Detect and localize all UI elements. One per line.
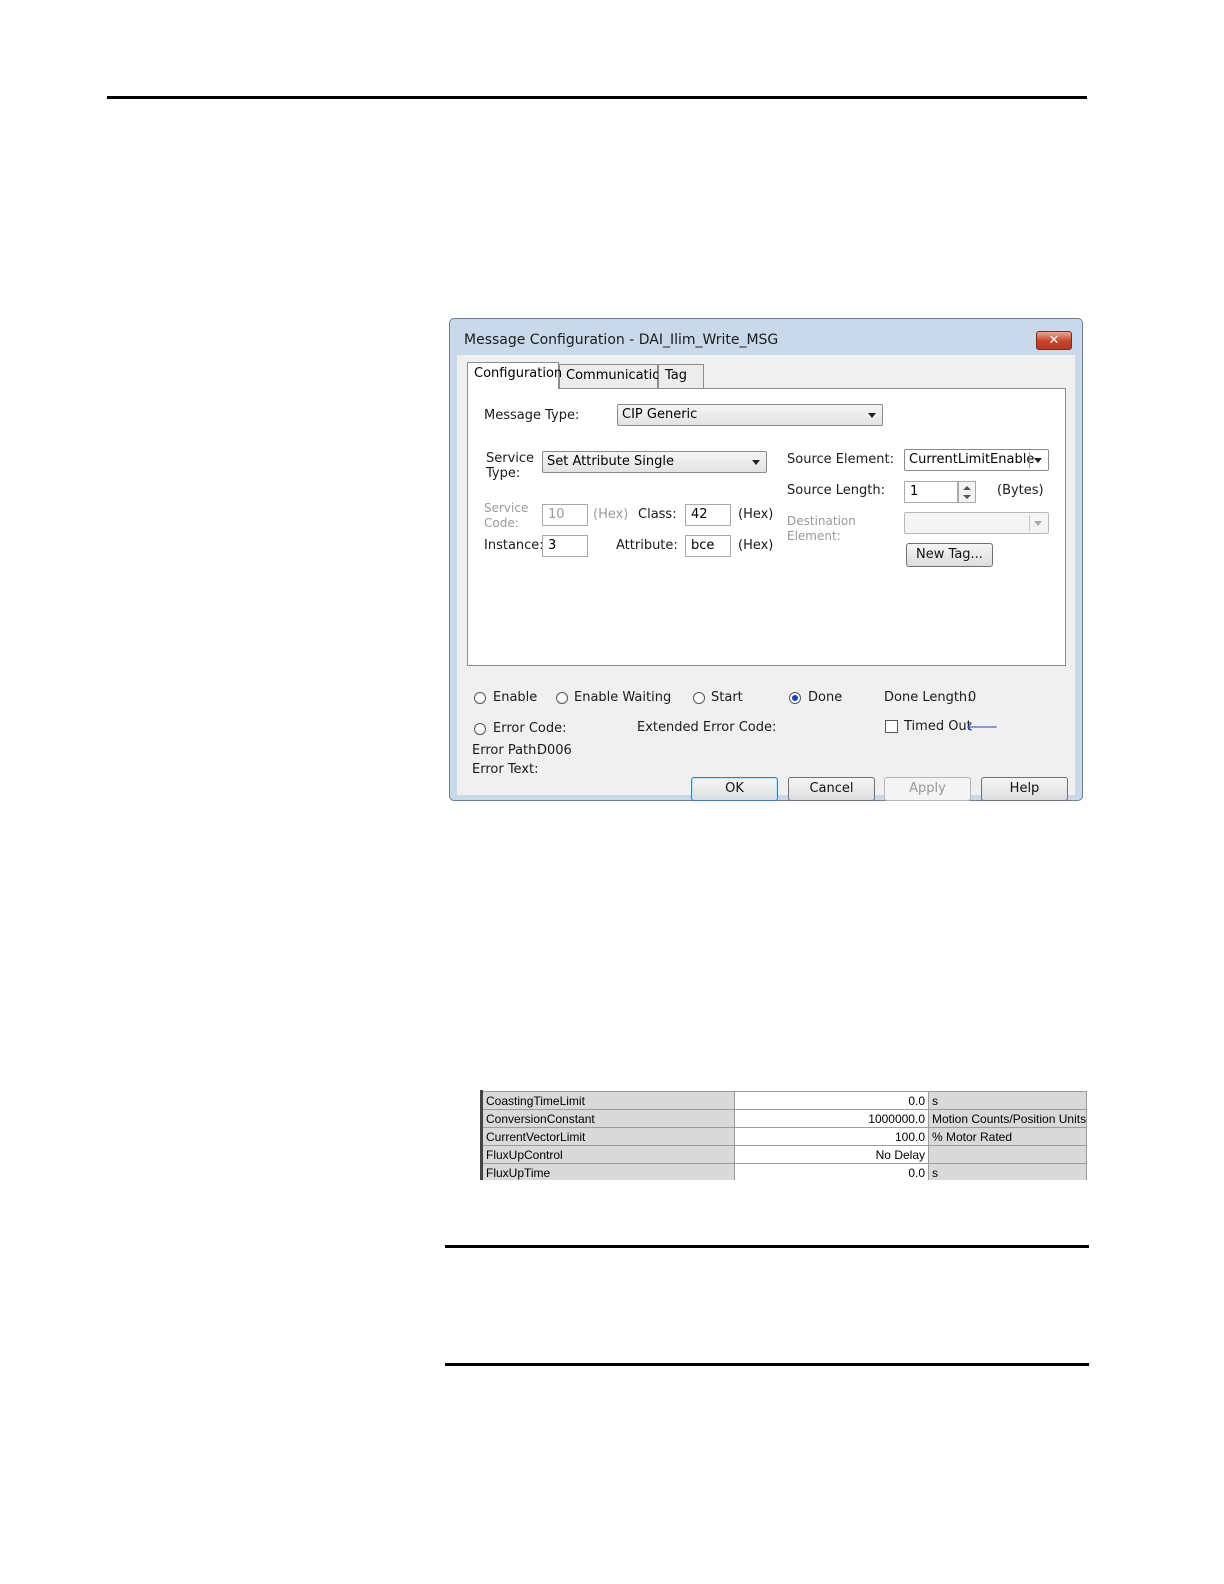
class-label: Class:	[638, 507, 677, 522]
message-type-label: Message Type:	[484, 408, 580, 423]
tab-tag[interactable]: Tag	[658, 364, 704, 388]
ok-button[interactable]: OK	[691, 777, 778, 801]
done-radio	[789, 692, 801, 704]
error-text-label: Error Text:	[472, 762, 539, 777]
apply-button[interactable]: Apply	[884, 777, 971, 801]
param-name: ConversionConstant	[483, 1109, 735, 1127]
service-type-value: Set Attribute Single	[547, 454, 674, 469]
table-row: CoastingTimeLimit 0.0 s	[483, 1091, 1087, 1109]
param-value[interactable]: No Delay	[735, 1145, 929, 1163]
destination-element-label-line1: Destination	[787, 514, 856, 528]
param-unit: s	[929, 1091, 1087, 1109]
error-code-label: Error Code:	[493, 721, 567, 736]
note-rule-bottom	[445, 1363, 1089, 1366]
enable-waiting-label: Enable Waiting	[574, 690, 672, 705]
dialog-titlebar[interactable]: Message Configuration - DAI_Ilim_Write_M…	[450, 319, 1082, 355]
param-name: FluxUpTime	[483, 1163, 735, 1180]
spin-down-icon	[963, 495, 971, 499]
arrow-left-icon: 🡐	[966, 720, 999, 734]
done-length-label: Done Length:	[884, 690, 972, 705]
service-code-label-line1: Service	[484, 501, 529, 515]
chevron-down-icon	[1034, 521, 1042, 526]
attribute-unit: (Hex)	[738, 538, 774, 553]
message-type-select[interactable]: CIP Generic	[617, 404, 883, 426]
dialog-client-area: Configuration Communication Tag Message …	[457, 355, 1075, 801]
cancel-button[interactable]: Cancel	[788, 777, 875, 801]
combo-separator	[1029, 452, 1030, 468]
spin-up-icon	[963, 486, 971, 490]
param-unit: s	[929, 1163, 1087, 1180]
chevron-down-icon	[868, 413, 876, 418]
start-radio	[693, 692, 705, 704]
timed-out-checkbox[interactable]	[885, 720, 898, 733]
enable-label: Enable	[493, 690, 538, 705]
source-element-value: CurrentLimitEnable	[909, 452, 1035, 467]
enable-radio	[474, 692, 486, 704]
source-length-unit: (Bytes)	[997, 483, 1044, 498]
help-button[interactable]: Help	[981, 777, 1068, 801]
tab-configuration[interactable]: Configuration	[467, 362, 562, 389]
param-unit: % Motor Rated	[929, 1127, 1087, 1145]
class-unit: (Hex)	[738, 507, 774, 522]
start-label: Start	[711, 690, 743, 705]
param-value[interactable]: 0.0	[735, 1163, 929, 1180]
tab-communication[interactable]: Communication	[559, 364, 668, 388]
service-code-input[interactable]: 10	[542, 504, 588, 526]
source-length-spinner[interactable]	[958, 481, 976, 503]
service-code-label-line2: Code:	[484, 516, 519, 530]
param-value[interactable]: 0.0	[735, 1091, 929, 1109]
service-type-label-line1: Service	[486, 451, 535, 466]
close-icon[interactable]: ✕	[1036, 331, 1072, 350]
instance-input[interactable]: 3	[542, 535, 588, 557]
error-path-label: Error Path:	[472, 743, 541, 758]
param-value[interactable]: 1000000.0	[735, 1109, 929, 1127]
message-type-value: CIP Generic	[622, 407, 698, 422]
message-configuration-dialog: Message Configuration - DAI_Ilim_Write_M…	[449, 318, 1083, 801]
chevron-down-icon	[752, 460, 760, 465]
table-row: FluxUpControl No Delay	[483, 1145, 1087, 1163]
done-label: Done	[808, 690, 843, 705]
timed-out-label: Timed Out	[904, 719, 972, 734]
param-unit: Motion Counts/Position Units	[929, 1109, 1087, 1127]
parameter-table: CoastingTimeLimit 0.0 s ConversionConsta…	[480, 1090, 1090, 1180]
source-length-label: Source Length:	[787, 483, 886, 498]
source-element-label: Source Element:	[787, 452, 894, 467]
service-type-label-line2: Type:	[486, 466, 521, 481]
destination-element-label-line2: Element:	[787, 529, 841, 543]
destination-element-select[interactable]	[904, 512, 1049, 534]
combo-separator	[1029, 515, 1030, 531]
error-code-radio	[474, 723, 486, 735]
source-length-input[interactable]: 1	[904, 481, 958, 503]
attribute-label: Attribute:	[616, 538, 678, 553]
dialog-title: Message Configuration - DAI_Ilim_Write_M…	[464, 332, 779, 348]
param-name: FluxUpControl	[483, 1145, 735, 1163]
instance-label: Instance:	[484, 538, 544, 553]
note-rule-top	[445, 1245, 1089, 1248]
chevron-down-icon	[1034, 458, 1042, 463]
table-row: CurrentVectorLimit 100.0 % Motor Rated	[483, 1127, 1087, 1145]
new-tag-button[interactable]: New Tag...	[906, 543, 993, 567]
service-type-select[interactable]: Set Attribute Single	[542, 451, 767, 473]
source-element-select[interactable]: CurrentLimitEnable	[904, 449, 1049, 471]
param-unit	[929, 1145, 1087, 1163]
service-code-unit: (Hex)	[593, 507, 629, 522]
done-length-value: 0	[968, 690, 977, 705]
table-row: FluxUpTime 0.0 s	[483, 1163, 1087, 1180]
table-row: ConversionConstant 1000000.0 Motion Coun…	[483, 1109, 1087, 1127]
configuration-panel: Message Type: CIP Generic Service Type: …	[467, 388, 1066, 666]
param-name: CoastingTimeLimit	[483, 1091, 735, 1109]
param-value[interactable]: 100.0	[735, 1127, 929, 1145]
enable-waiting-radio	[556, 692, 568, 704]
attribute-input[interactable]: bce	[685, 535, 731, 557]
class-input[interactable]: 42	[685, 504, 731, 526]
param-name: CurrentVectorLimit	[483, 1127, 735, 1145]
top-rule	[107, 96, 1087, 99]
extended-error-code-label: Extended Error Code:	[637, 720, 777, 735]
error-path-value: D006	[537, 743, 572, 758]
